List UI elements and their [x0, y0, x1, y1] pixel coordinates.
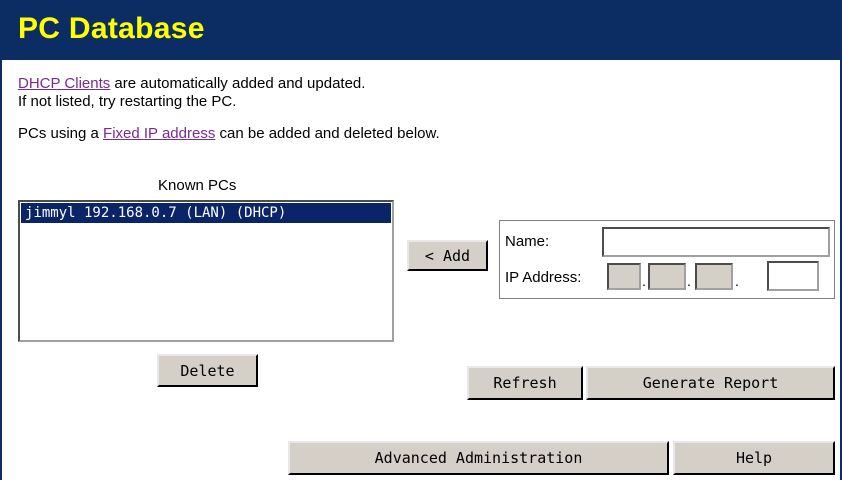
- ip-address-label: IP Address:: [505, 269, 582, 286]
- ip-separator-2: .: [687, 273, 691, 289]
- refresh-button[interactable]: Refresh: [467, 366, 583, 400]
- ip-octet-3-input[interactable]: [695, 263, 733, 290]
- fixed-ip-link[interactable]: Fixed IP address: [103, 125, 215, 142]
- ip-separator-3: .: [735, 273, 739, 289]
- intro-line-3: PCs using a Fixed IP address can be adde…: [18, 125, 440, 143]
- intro-line-2: If not listed, try restarting the PC.: [18, 93, 237, 110]
- generate-report-button[interactable]: Generate Report: [586, 366, 835, 400]
- intro-line-1-text: are automatically added and updated.: [110, 75, 366, 92]
- frame-border-left: [0, 60, 2, 480]
- intro-line-3-prefix: PCs using a: [18, 125, 104, 142]
- intro-line-3-suffix: can be added and deleted below.: [215, 125, 440, 142]
- ip-octet-1-input[interactable]: [607, 263, 641, 290]
- dhcp-clients-link[interactable]: DHCP Clients: [18, 75, 110, 92]
- ip-octet-2-input[interactable]: [648, 263, 686, 290]
- known-pcs-listbox[interactable]: jimmyl 192.168.0.7 (LAN) (DHCP): [18, 200, 394, 342]
- ip-octet-4-input[interactable]: [767, 261, 819, 291]
- ip-separator-1: .: [642, 273, 646, 289]
- advanced-administration-button[interactable]: Advanced Administration: [288, 441, 669, 475]
- help-button[interactable]: Help: [673, 441, 835, 475]
- page-header: PC Database: [0, 0, 842, 60]
- name-label: Name:: [505, 233, 550, 250]
- list-item[interactable]: jimmyl 192.168.0.7 (LAN) (DHCP): [21, 203, 391, 223]
- add-pc-form: Name: IP Address: . . .: [499, 220, 835, 299]
- known-pcs-label: Known PCs: [158, 177, 237, 194]
- page-title: PC Database: [18, 12, 205, 45]
- intro-line-1: DHCP Clients are automatically added and…: [18, 75, 365, 93]
- delete-button[interactable]: Delete: [157, 354, 258, 387]
- name-input[interactable]: [602, 227, 830, 257]
- add-button[interactable]: < Add: [407, 240, 488, 271]
